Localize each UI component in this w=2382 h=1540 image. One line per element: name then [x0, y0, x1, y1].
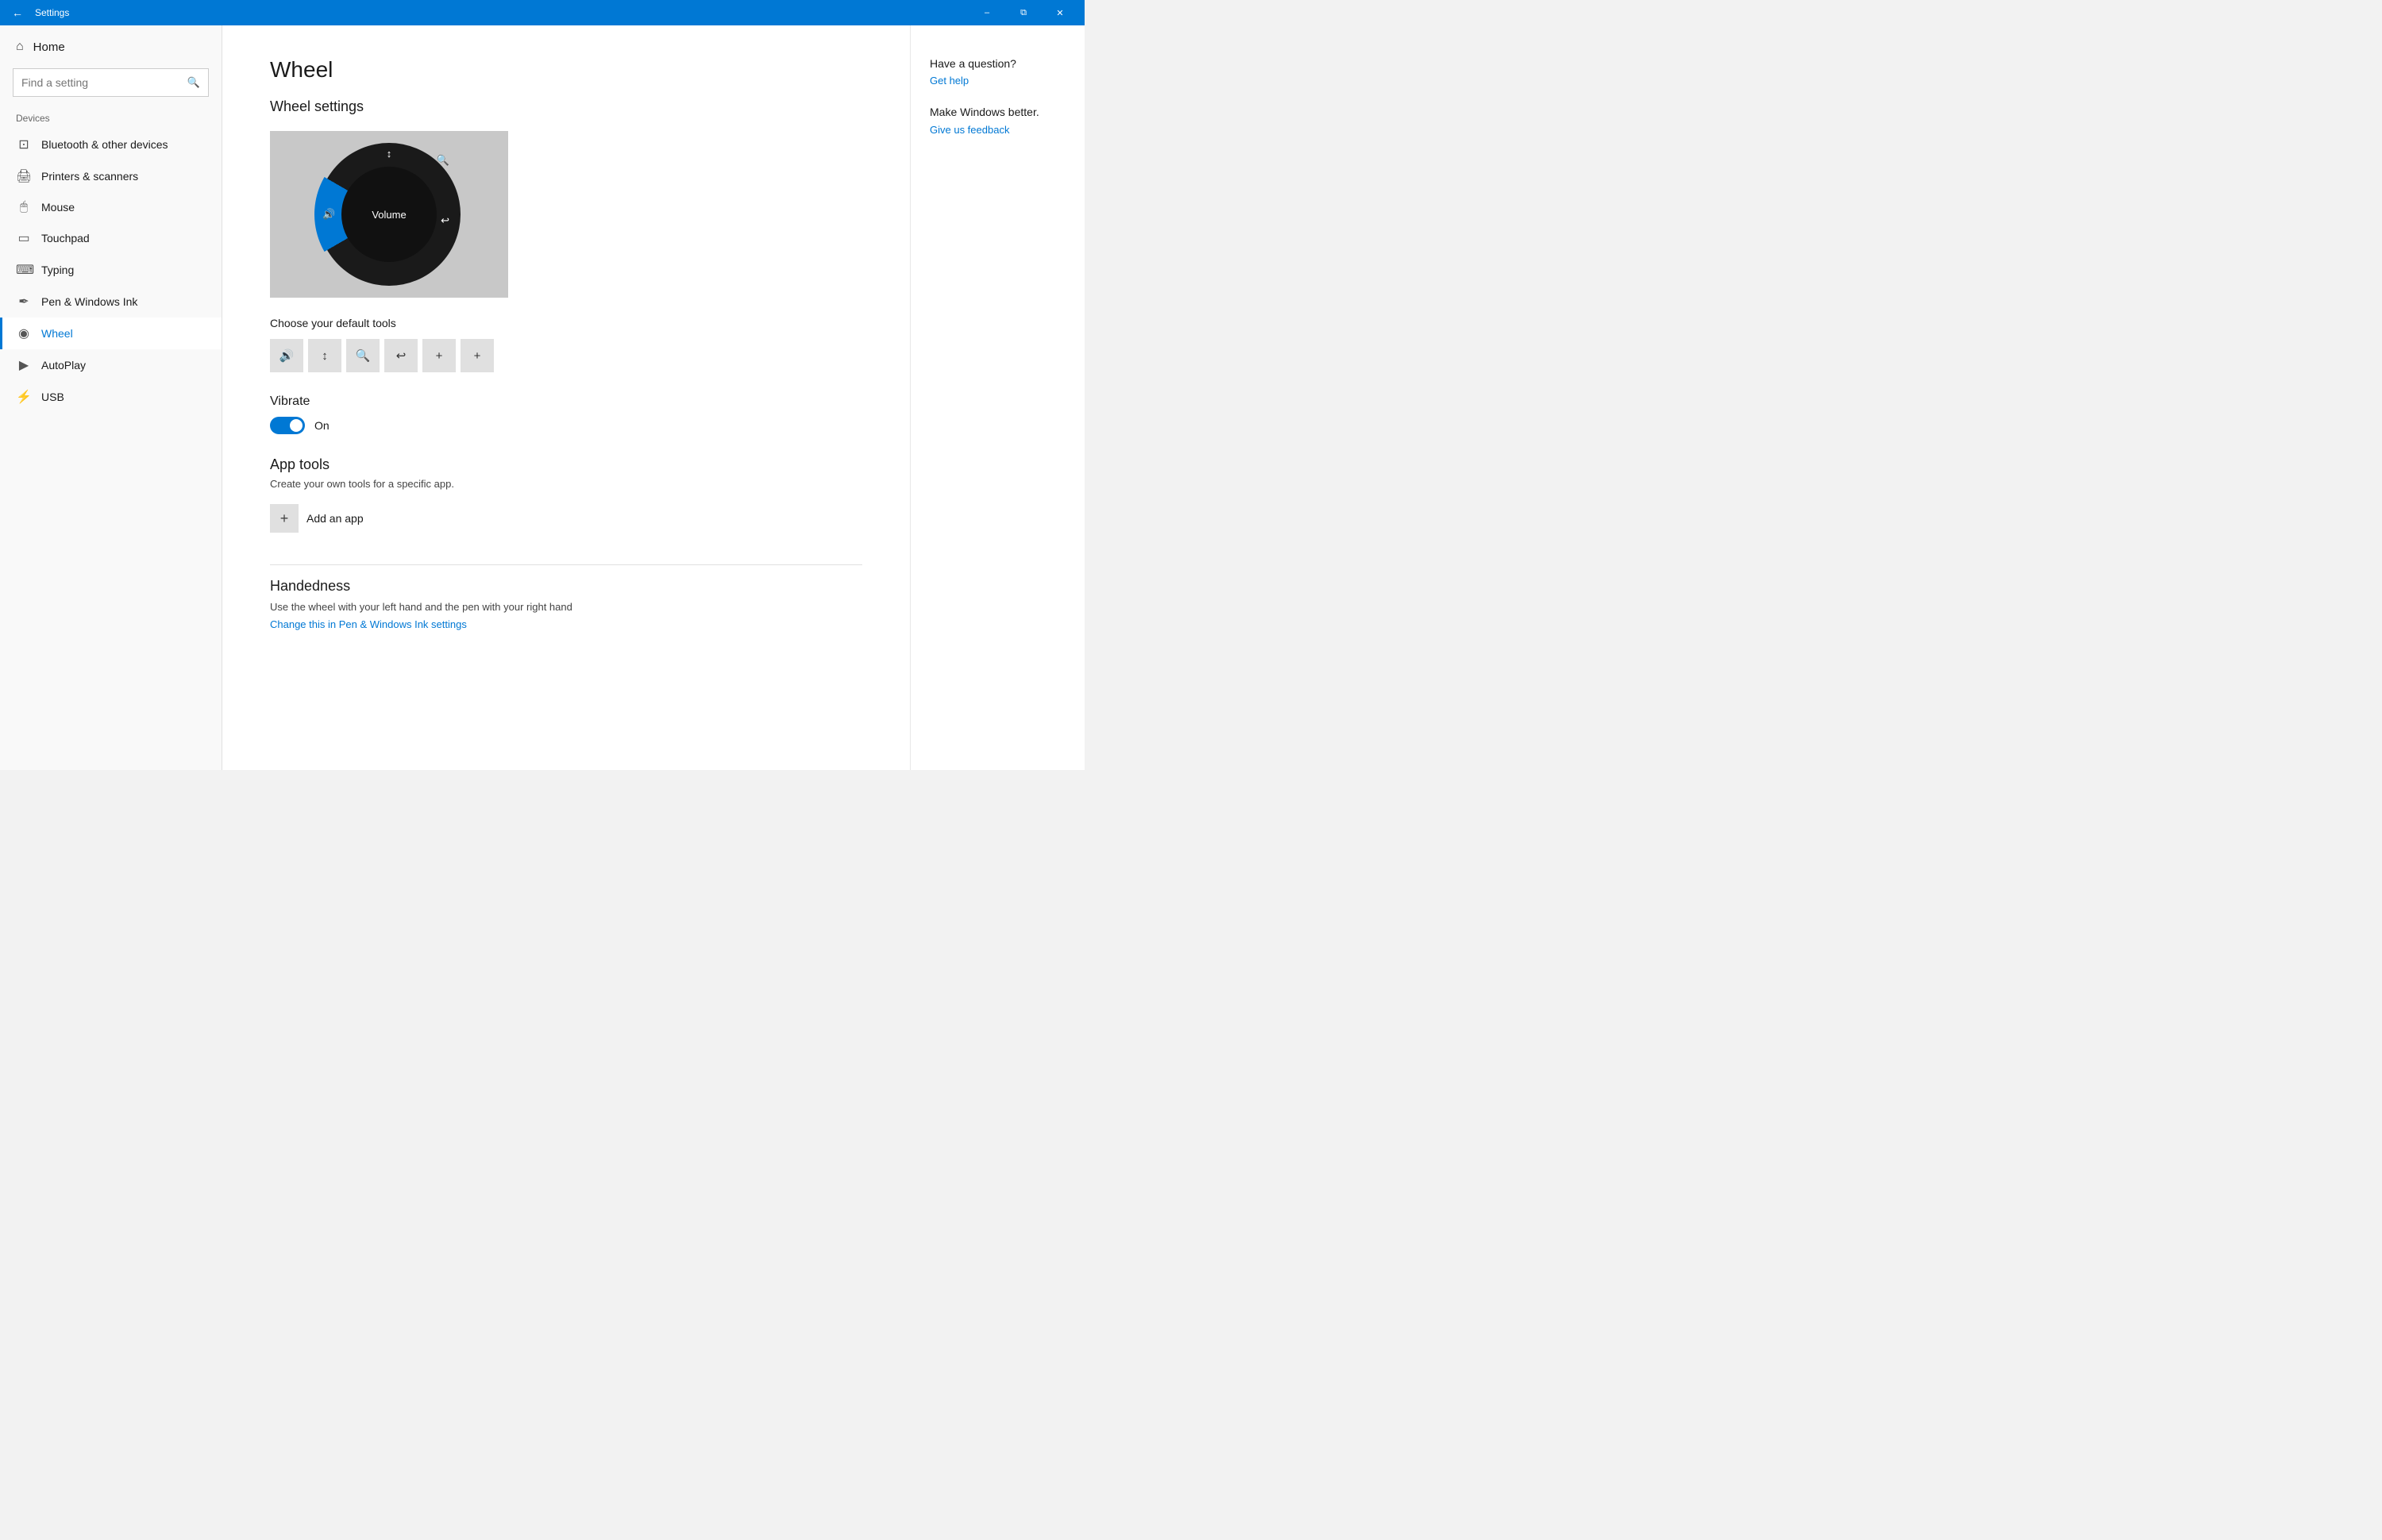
toggle-thumb — [290, 419, 303, 432]
tools-row: 🔊 ↕ 🔍 ↩ + + — [270, 339, 862, 372]
wheel-preview: 🔊 ↕ 🔍 ↩ Volume — [270, 131, 508, 298]
get-help-link[interactable]: Get help — [930, 75, 1066, 87]
app-tools-title: App tools — [270, 456, 862, 473]
handedness-title: Handedness — [270, 578, 862, 595]
sidebar-item-home[interactable]: ⌂ Home — [0, 32, 222, 62]
handedness-section: Handedness Use the wheel with your left … — [270, 578, 862, 630]
sidebar-item-printers-label: Printers & scanners — [41, 170, 138, 183]
handedness-desc: Use the wheel with your left hand and th… — [270, 601, 862, 613]
sidebar-item-autoplay[interactable]: ▶ AutoPlay — [0, 349, 222, 381]
typing-icon: ⌨ — [16, 262, 32, 278]
search-box: 🔍 — [13, 68, 209, 97]
divider — [270, 564, 862, 565]
undo-wheel-icon: ↩ — [441, 214, 449, 227]
sidebar-item-autoplay-label: AutoPlay — [41, 359, 86, 372]
bluetooth-icon: ⊡ — [16, 137, 32, 152]
home-icon: ⌂ — [16, 40, 24, 54]
sidebar-home-label: Home — [33, 40, 65, 54]
tool-undo-btn[interactable]: ↩ — [384, 339, 418, 372]
tool-add1-btn[interactable]: + — [422, 339, 456, 372]
sidebar-section-label: Devices — [0, 103, 222, 129]
zoom-wheel-icon: 🔍 — [437, 154, 449, 167]
close-button[interactable]: ✕ — [1042, 0, 1078, 25]
back-button[interactable]: ← — [6, 2, 29, 24]
sidebar-item-wheel[interactable]: ◉ Wheel — [0, 318, 222, 349]
vibrate-title: Vibrate — [270, 395, 862, 409]
right-panel: Have a question? Get help Make Windows b… — [910, 25, 1085, 770]
page-title: Wheel — [270, 57, 862, 83]
tool-add2-btn[interactable]: + — [461, 339, 494, 372]
app-layout: ⌂ Home 🔍 Devices ⊡ Bluetooth & other dev… — [0, 25, 1085, 770]
sidebar-item-usb-label: USB — [41, 391, 64, 403]
main-content: Wheel Wheel settings 🔊 ↕ 🔍 ↩ Volume Choo… — [222, 25, 910, 770]
sidebar-item-pen[interactable]: ✒ Pen & Windows Ink — [0, 286, 222, 318]
toggle-track[interactable] — [270, 417, 305, 434]
sidebar-item-pen-label: Pen & Windows Ink — [41, 295, 137, 308]
search-input[interactable] — [21, 76, 187, 89]
usb-icon: ⚡ — [16, 389, 32, 405]
autoplay-icon: ▶ — [16, 357, 32, 373]
choose-tools-label: Choose your default tools — [270, 317, 862, 329]
add-app-button[interactable]: + Add an app — [270, 501, 862, 536]
pen-icon: ✒ — [16, 294, 32, 310]
wheel-outer-circle: 🔊 ↕ 🔍 ↩ Volume — [318, 143, 461, 286]
sidebar-item-touchpad-label: Touchpad — [41, 232, 90, 244]
have-question-label: Have a question? — [930, 57, 1066, 70]
wheel-icon: ◉ — [16, 325, 32, 341]
toggle-row: On — [270, 417, 862, 434]
vibrate-toggle[interactable] — [270, 417, 305, 434]
titlebar-title: Settings — [35, 7, 969, 18]
wheel-inner-circle: Volume — [341, 167, 437, 262]
wheel-volume-label: Volume — [372, 209, 406, 221]
titlebar: ← Settings – ⧉ ✕ — [0, 0, 1085, 25]
sidebar-item-wheel-label: Wheel — [41, 327, 73, 340]
tool-zoom-btn[interactable]: 🔍 — [346, 339, 380, 372]
app-tools-section: App tools Create your own tools for a sp… — [270, 456, 862, 536]
sidebar: ⌂ Home 🔍 Devices ⊡ Bluetooth & other dev… — [0, 25, 222, 770]
add-app-label: Add an app — [306, 512, 364, 525]
vibrate-section: Vibrate On — [270, 395, 862, 434]
add-app-icon: + — [270, 504, 299, 533]
window-controls: – ⧉ ✕ — [969, 0, 1078, 25]
scroll-wheel-icon: ↕ — [387, 148, 392, 160]
sidebar-item-typing-label: Typing — [41, 264, 74, 276]
sidebar-item-typing[interactable]: ⌨ Typing — [0, 254, 222, 286]
tool-volume-btn[interactable]: 🔊 — [270, 339, 303, 372]
wheel-settings-title: Wheel settings — [270, 98, 862, 115]
printer-icon: 🖨 — [16, 168, 32, 184]
sidebar-item-mouse-label: Mouse — [41, 201, 75, 214]
handedness-link[interactable]: Change this in Pen & Windows Ink setting… — [270, 618, 467, 630]
sidebar-item-touchpad[interactable]: ▭ Touchpad — [0, 222, 222, 254]
vibrate-state-label: On — [314, 419, 330, 432]
mouse-icon: 🖱 — [16, 200, 32, 214]
restore-button[interactable]: ⧉ — [1005, 0, 1042, 25]
make-better-label: Make Windows better. — [930, 106, 1066, 118]
give-feedback-link[interactable]: Give us feedback — [930, 124, 1009, 136]
sidebar-item-mouse[interactable]: 🖱 Mouse — [0, 192, 222, 222]
sidebar-item-printers[interactable]: 🖨 Printers & scanners — [0, 160, 222, 192]
volume-wheel-icon: 🔊 — [322, 208, 335, 221]
tool-scroll-btn[interactable]: ↕ — [308, 339, 341, 372]
minimize-button[interactable]: – — [969, 0, 1005, 25]
search-icon: 🔍 — [187, 76, 200, 89]
sidebar-item-bluetooth[interactable]: ⊡ Bluetooth & other devices — [0, 129, 222, 160]
sidebar-item-bluetooth-label: Bluetooth & other devices — [41, 138, 168, 151]
back-icon: ← — [12, 6, 23, 19]
app-tools-desc: Create your own tools for a specific app… — [270, 478, 862, 490]
touchpad-icon: ▭ — [16, 230, 32, 246]
sidebar-item-usb[interactable]: ⚡ USB — [0, 381, 222, 413]
